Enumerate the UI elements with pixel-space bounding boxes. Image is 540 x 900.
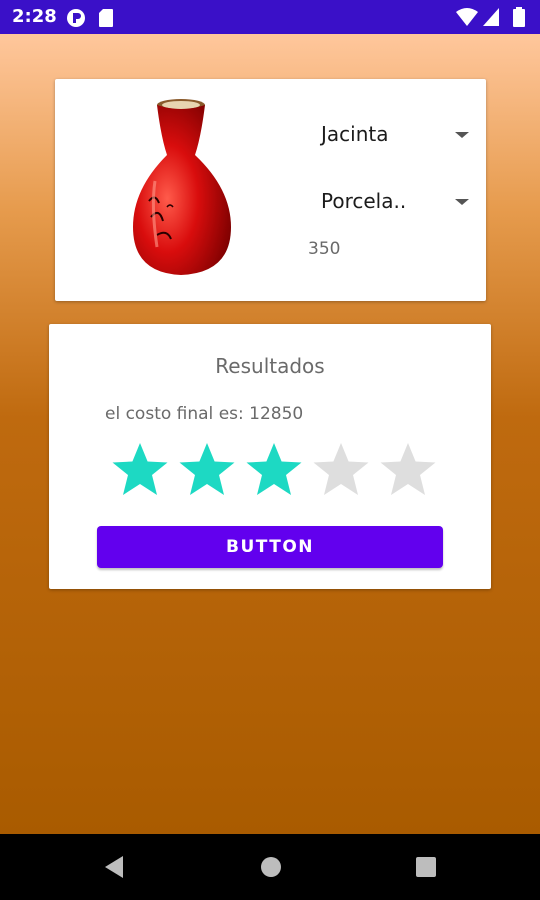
material-spinner-value: Porcela.. — [321, 189, 407, 213]
status-bar: 2:28 — [0, 0, 540, 34]
results-title: Resultados — [215, 354, 325, 378]
star-filled-icon[interactable] — [111, 441, 169, 499]
results-card: Resultados el costo final es: 12850 BUTT… — [49, 324, 491, 589]
final-cost-text: el costo final es: 12850 — [105, 404, 304, 424]
material-spinner[interactable]: Porcela.. — [319, 181, 469, 221]
red-vase-icon — [133, 99, 231, 275]
product-card: Jacinta Porcela.. 350 — [55, 79, 486, 301]
back-icon[interactable] — [103, 854, 125, 880]
price-text: 350 — [308, 239, 341, 259]
sd-card-icon — [99, 9, 113, 27]
dropdown-arrow-icon — [455, 132, 469, 138]
name-spinner[interactable]: Jacinta — [319, 114, 469, 154]
star-empty-icon[interactable] — [379, 441, 437, 499]
action-button[interactable]: BUTTON — [97, 526, 443, 568]
star-empty-icon[interactable] — [312, 441, 370, 499]
recents-icon[interactable] — [414, 854, 438, 880]
star-filled-icon[interactable] — [178, 441, 236, 499]
navigation-bar — [0, 834, 540, 900]
battery-icon — [513, 7, 525, 27]
home-icon[interactable] — [259, 854, 283, 880]
wifi-icon — [456, 8, 478, 26]
signal-icon — [483, 8, 499, 26]
dropdown-arrow-icon — [455, 199, 469, 205]
status-time: 2:28 — [12, 6, 57, 27]
star-filled-icon[interactable] — [245, 441, 303, 499]
name-spinner-value: Jacinta — [321, 122, 389, 146]
notification-app-icon — [67, 9, 85, 27]
